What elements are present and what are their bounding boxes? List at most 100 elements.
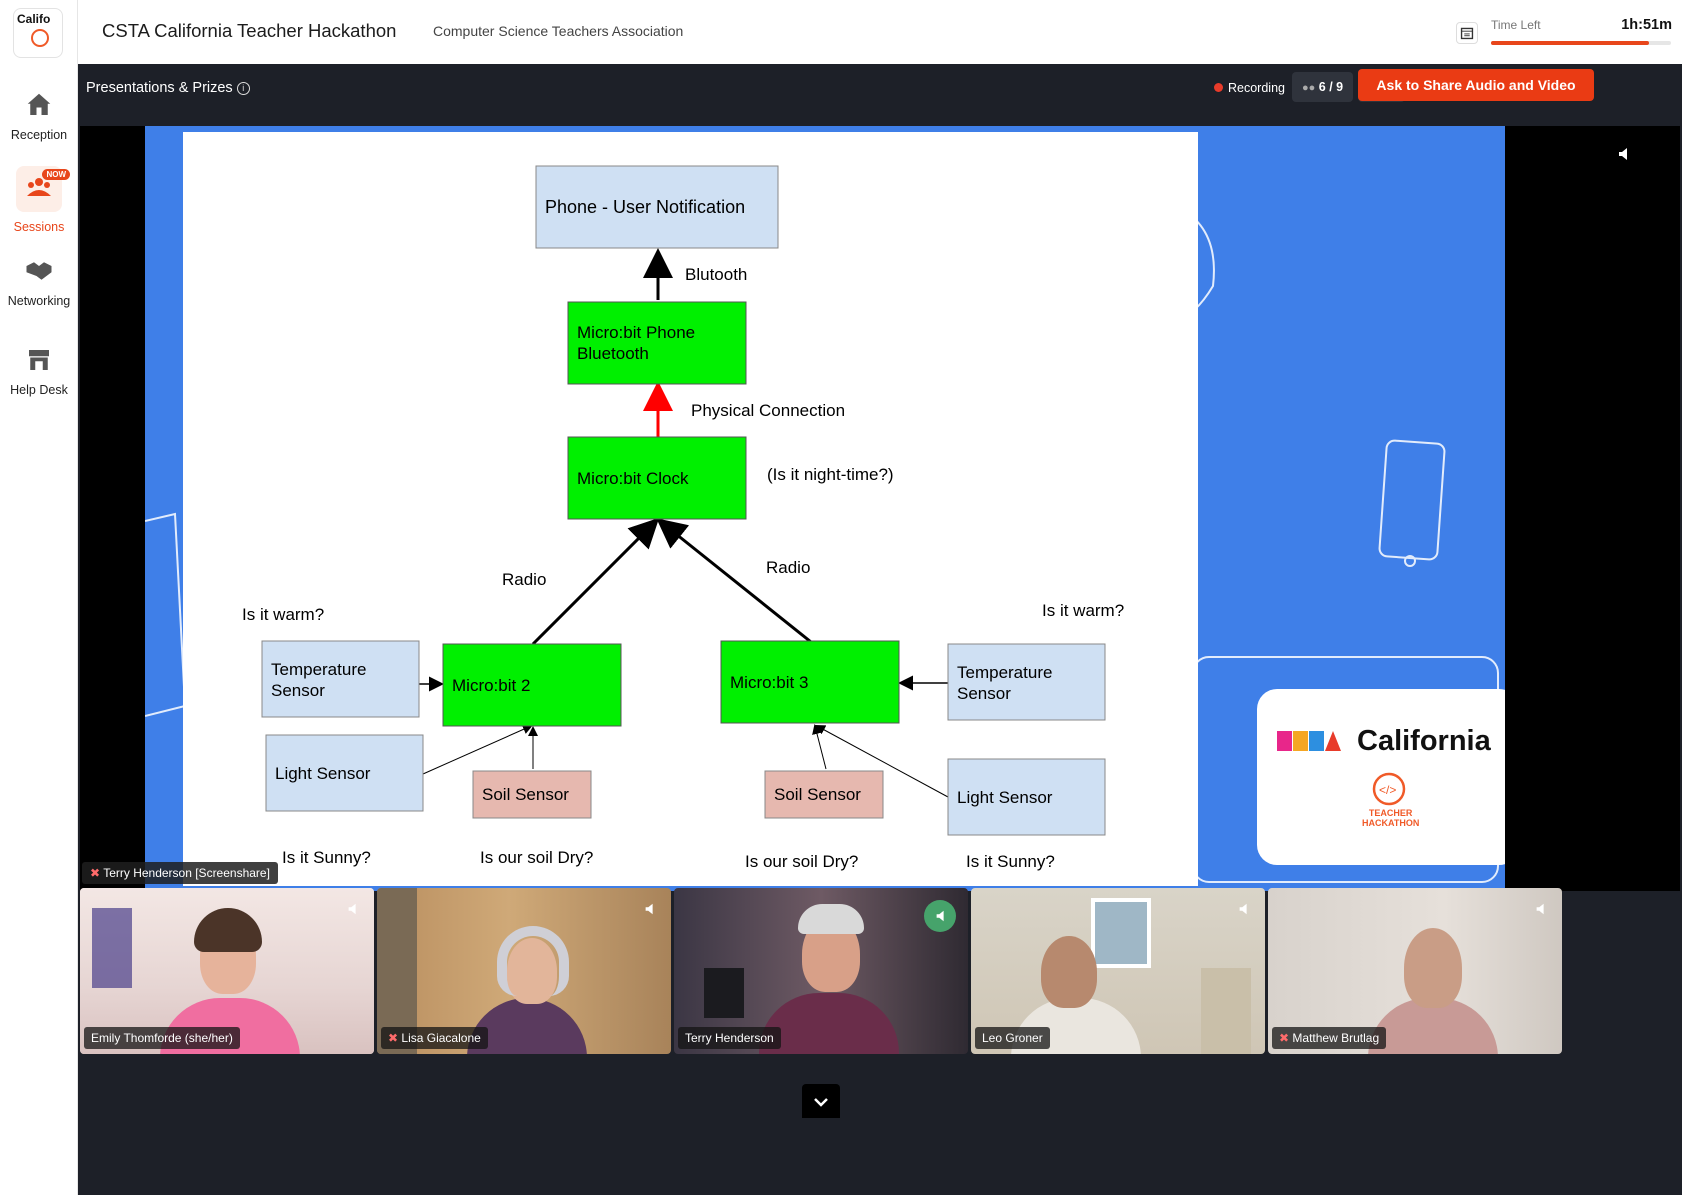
participant-face	[1041, 936, 1097, 1008]
time-left-progress-fill	[1491, 41, 1650, 45]
chevron-down-icon	[814, 1098, 828, 1107]
label-dry-right: Is our soil Dry?	[745, 852, 858, 871]
stage: Presentations & Prizes i Recording ●● 6 /…	[78, 64, 1682, 1195]
box-soil-left-label: Soil Sensor	[482, 785, 569, 804]
participant-hair	[497, 926, 569, 996]
box-light-right-label: Light Sensor	[957, 788, 1053, 807]
arrow-radio-right	[656, 518, 812, 644]
participant-face	[1404, 928, 1462, 1008]
sidebar-item-sessions[interactable]: NOW Sessions	[0, 166, 78, 234]
apple-code-icon: </>	[1372, 772, 1406, 806]
csta-logo-card: California </> TEACHER HACKATHON	[1257, 689, 1505, 865]
desk-monitor	[704, 968, 744, 1018]
speaker-icon[interactable]	[1616, 146, 1632, 162]
wall-art	[92, 908, 132, 988]
participant-name: Leo Groner	[975, 1027, 1050, 1049]
speaker-icon[interactable]	[346, 902, 360, 916]
participant-name: Matthew Brutlag	[1292, 1031, 1380, 1045]
screenshare-area: Phone - User Notification Micro:bit Phon…	[80, 126, 1680, 891]
calendar-icon[interactable]	[1456, 22, 1478, 44]
info-icon[interactable]: i	[236, 82, 250, 95]
svg-text:</>: </>	[1379, 783, 1396, 797]
box-temp-right	[947, 643, 1106, 721]
now-badge: NOW	[42, 169, 70, 180]
booth-icon	[29, 350, 49, 370]
slide-content: Phone - User Notification Micro:bit Phon…	[183, 132, 1198, 886]
expand-chevron-button[interactable]	[802, 1084, 840, 1118]
participant-name: Emily Thomforde (she/her)	[84, 1027, 240, 1049]
participants-count[interactable]: ●● 6 / 9	[1292, 72, 1354, 102]
sidebar-item-label: Sessions	[13, 220, 65, 234]
time-left-value: 1h:51m	[1621, 17, 1672, 33]
teacher-text: TEACHER	[1368, 808, 1413, 818]
label-physical: Physical Connection	[691, 401, 845, 420]
sidebar-item-label: Reception	[10, 128, 68, 142]
participant-name-tag: ✖ Lisa Giacalone	[381, 1027, 488, 1049]
label-sunny-right: Is it Sunny?	[966, 852, 1055, 871]
speaker-icon[interactable]	[1534, 902, 1548, 916]
box-phone-label: Phone - User Notification	[545, 197, 745, 217]
sidebar-item-help-desk[interactable]: Help Desk	[0, 345, 78, 397]
video-tile[interactable]: Leo Groner	[971, 888, 1265, 1054]
box-mb-clock-label: Micro:bit Clock	[577, 469, 689, 488]
time-left-progress	[1491, 41, 1671, 45]
speaker-icon[interactable]	[643, 902, 657, 916]
file-cabinet	[1201, 968, 1251, 1054]
sidebar-item-reception[interactable]: Reception	[0, 90, 78, 142]
top-header: CSTA California Teacher Hackathon Comput…	[78, 0, 1682, 64]
ask-to-share-button[interactable]: Ask to Share Audio and Video	[1358, 69, 1594, 101]
event-title: CSTA California Teacher Hackathon	[102, 20, 397, 41]
people-icon: ●●	[1302, 82, 1316, 94]
box-mb-phone	[567, 301, 747, 385]
stage-title: Presentations & Prizes i	[86, 80, 250, 96]
video-tile[interactable]: Terry Henderson	[674, 888, 968, 1054]
participant-name: Terry Henderson	[678, 1027, 781, 1049]
time-left-label: Time Left	[1491, 18, 1541, 32]
video-tile[interactable]: Emily Thomforde (she/her)	[80, 888, 374, 1054]
label-radio-right: Radio	[766, 558, 810, 577]
box-temp-left	[261, 640, 420, 718]
screenshare-name-tag: ✖ Terry Henderson [Screenshare]	[82, 862, 278, 884]
box-mb2-label: Micro:bit 2	[452, 676, 530, 695]
slide-background: Phone - User Notification Micro:bit Phon…	[145, 126, 1505, 891]
arrow-light-left	[422, 724, 533, 775]
video-tile[interactable]: ✖ Lisa Giacalone	[377, 888, 671, 1054]
event-logo[interactable]: Califo	[13, 8, 63, 58]
home-icon	[27, 93, 51, 115]
mic-muted-icon: ✖	[1279, 1031, 1290, 1045]
participant-name: Lisa Giacalone	[401, 1031, 481, 1045]
recording-label: Recording	[1228, 81, 1285, 95]
recording-indicator: Recording	[1214, 81, 1285, 95]
participant-name-tag: ✖ Matthew Brutlag	[1272, 1027, 1387, 1049]
apple-logo-icon	[31, 29, 49, 47]
teacher-hackathon-text: TEACHER HACKATHON	[1362, 808, 1419, 828]
video-tile[interactable]: ✖ Matthew Brutlag	[1268, 888, 1562, 1054]
csta-california-text: California	[1357, 725, 1491, 757]
label-warm-left: Is it warm?	[242, 605, 324, 624]
speaker-icon[interactable]	[1237, 902, 1251, 916]
label-bluetooth: Blutooth	[685, 265, 747, 284]
label-sunny-left: Is it Sunny?	[282, 848, 371, 867]
screenshare-name: Terry Henderson [Screenshare]	[103, 866, 270, 880]
sidebar-item-networking[interactable]: Networking	[0, 256, 78, 308]
speaker-icon[interactable]	[934, 909, 948, 923]
box-soil-right-label: Soil Sensor	[774, 785, 861, 804]
system-diagram: Phone - User Notification Micro:bit Phon…	[242, 165, 1124, 871]
box-light-left-label: Light Sensor	[275, 764, 371, 783]
mic-muted-icon: ✖	[90, 866, 101, 880]
logo-text: Califo	[17, 12, 51, 26]
sessions-icon-wrap: NOW	[16, 166, 70, 212]
label-night: (Is it night-time?)	[767, 465, 894, 484]
label-dry-left: Is our soil Dry?	[480, 848, 593, 867]
box-mb3-label: Micro:bit 3	[730, 673, 808, 692]
sidebar-item-label: Networking	[7, 294, 71, 308]
wall-picture	[1091, 898, 1151, 968]
sidebar-item-label: Help Desk	[10, 383, 68, 397]
handshake-icon	[26, 262, 52, 280]
label-warm-right: Is it warm?	[1042, 601, 1124, 620]
arrow-soil-right	[812, 724, 827, 770]
csta-logo-icon	[1277, 731, 1341, 751]
hackathon-text: HACKATHON	[1362, 818, 1420, 828]
organizer-name[interactable]: Computer Science Teachers Association	[433, 23, 683, 39]
participants-value: 6 / 9	[1318, 80, 1344, 94]
